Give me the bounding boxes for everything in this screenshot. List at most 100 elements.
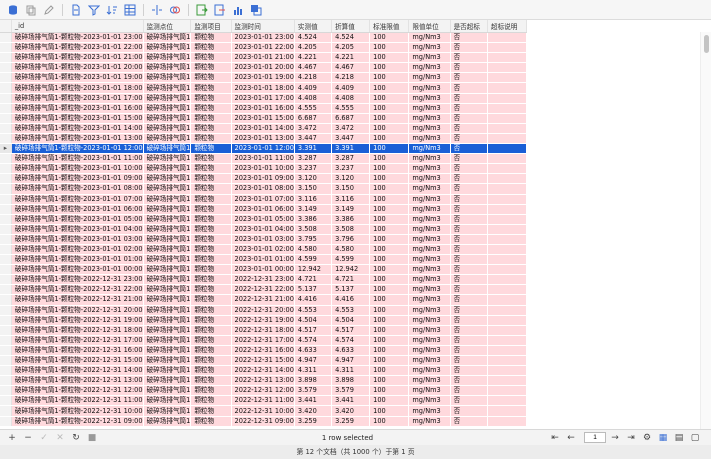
row-header[interactable]	[0, 113, 12, 124]
table-cell[interactable]: mg/Nm3	[408, 315, 451, 326]
table-cell[interactable]: 破碎场排气筒1-颗粒物-2023-01-01 08:00	[11, 183, 144, 195]
table-cell[interactable]: 2023-01-01 15:00	[231, 113, 295, 124]
table-cell[interactable]: 100	[369, 416, 410, 427]
table-cell[interactable]: 3.287	[331, 153, 371, 165]
table-cell[interactable]	[487, 416, 528, 427]
table-cell[interactable]: 破碎场排气筒1-颗粒物-2022-12-31 18:00	[11, 325, 144, 336]
table-cell[interactable]: 100	[369, 113, 410, 124]
table-cell[interactable]: 否	[450, 32, 488, 44]
table-cell[interactable]	[487, 234, 528, 245]
table-cell[interactable]: 破碎场排气筒1	[143, 284, 192, 296]
table-row[interactable]: 破碎场排气筒1-颗粒物-2023-01-01 17:00 破碎场排气筒1 颗粒物 20…	[0, 93, 700, 104]
table-cell[interactable]: 4.221	[331, 52, 371, 64]
table-cell[interactable]: mg/Nm3	[408, 82, 451, 94]
table-row[interactable]: 破碎场排气筒1-颗粒物-2022-12-31 09:00 破碎场排气筒1 颗粒物 20…	[0, 416, 700, 427]
table-cell[interactable]: 100	[369, 315, 410, 326]
table-cell[interactable]: 3.898	[294, 375, 333, 387]
table-cell[interactable]: 颗粒物	[190, 82, 232, 94]
row-header[interactable]	[0, 274, 12, 286]
table-cell[interactable]: 破碎场排气筒1-颗粒物-2023-01-01 00:00	[11, 264, 144, 276]
table-cell[interactable]: 破碎场排气筒1	[143, 143, 192, 155]
table-cell[interactable]: 否	[450, 335, 488, 346]
table-cell[interactable]: mg/Nm3	[408, 224, 451, 235]
table-cell[interactable]: 破碎场排气筒1	[143, 244, 192, 256]
table-cell[interactable]: 破碎场排气筒1-颗粒物-2023-01-01 20:00	[11, 62, 144, 74]
table-row[interactable]: 破碎场排气筒1-颗粒物-2022-12-31 18:00 破碎场排气筒1 颗粒物 20…	[0, 325, 700, 336]
table-cell[interactable]: 否	[450, 42, 488, 54]
table-cell[interactable]: 2022-12-31 10:00	[231, 405, 295, 417]
copy-icon[interactable]	[24, 3, 38, 17]
table-cell[interactable]: 破碎场排气筒1-颗粒物-2023-01-01 11:00	[11, 153, 144, 165]
table-cell[interactable]: 破碎场排气筒1-颗粒物-2023-01-01 13:00	[11, 133, 144, 145]
table-cell[interactable]: 2023-01-01 18:00	[231, 82, 295, 94]
table-cell[interactable]: mg/Nm3	[408, 355, 451, 367]
row-header[interactable]	[0, 416, 12, 427]
table-cell[interactable]: 4.580	[294, 244, 333, 256]
table-cell[interactable]: 破碎场排气筒1-颗粒物-2022-12-31 16:00	[11, 345, 144, 357]
row-header[interactable]	[0, 163, 12, 175]
table-cell[interactable]: 破碎场排气筒1	[143, 82, 192, 94]
table-cell[interactable]: 3.420	[331, 405, 371, 417]
table-cell[interactable]: 否	[450, 234, 488, 245]
table-row[interactable]: 破碎场排气筒1-颗粒物-2023-01-01 20:00 破碎场排气筒1 颗粒物 20…	[0, 62, 700, 74]
table-cell[interactable]: 3.120	[294, 173, 333, 185]
table-cell[interactable]: mg/Nm3	[408, 183, 451, 195]
table-cell[interactable]: 2023-01-01 17:00	[231, 93, 295, 104]
table-cell[interactable]	[487, 264, 528, 276]
table-cell[interactable]: 否	[450, 305, 488, 316]
table-cell[interactable]: mg/Nm3	[408, 204, 451, 215]
table-cell[interactable]: 破碎场排气筒1	[143, 72, 192, 84]
table-cell[interactable]: 破碎场排气筒1-颗粒物-2022-12-31 21:00	[11, 294, 144, 306]
table-cell[interactable]: 破碎场排气筒1	[143, 294, 192, 306]
edit-icon[interactable]	[42, 3, 56, 17]
table-row[interactable]: 破碎场排气筒1-颗粒物-2023-01-01 06:00 破碎场排气筒1 颗粒物 20…	[0, 204, 700, 215]
row-header[interactable]	[0, 82, 12, 94]
export-icon[interactable]	[213, 3, 227, 17]
discard-icon[interactable]: ✕	[54, 432, 66, 444]
table-cell[interactable]: 颗粒物	[190, 72, 232, 84]
table-cell[interactable]: 否	[450, 264, 488, 276]
table-cell[interactable]	[487, 365, 528, 377]
table-cell[interactable]: 2023-01-01 05:00	[231, 214, 295, 225]
table-cell[interactable]: 2022-12-31 21:00	[231, 294, 295, 306]
table-cell[interactable]: 破碎场排气筒1-颗粒物-2023-01-01 01:00	[11, 254, 144, 266]
table-cell[interactable]: 颗粒物	[190, 315, 232, 326]
table-cell[interactable]: 破碎场排气筒1	[143, 325, 192, 336]
table-cell[interactable]: 2022-12-31 14:00	[231, 365, 295, 377]
table-cell[interactable]: 2022-12-31 23:00	[231, 274, 295, 286]
table-cell[interactable]	[487, 284, 528, 296]
table-cell[interactable]	[487, 194, 528, 205]
table-cell[interactable]: 4.416	[331, 294, 371, 306]
table-row[interactable]: 破碎场排气筒1-颗粒物-2023-01-01 09:00 破碎场排气筒1 颗粒物 20…	[0, 173, 700, 185]
table-cell[interactable]: 破碎场排气筒1	[143, 405, 192, 417]
table-cell[interactable]: 否	[450, 93, 488, 104]
table-cell[interactable]: 3.259	[294, 416, 333, 427]
form-view-icon[interactable]: ▤	[673, 432, 685, 444]
table-cell[interactable]: 4.467	[331, 62, 371, 74]
table-cell[interactable]: 否	[450, 315, 488, 326]
table-row[interactable]: 破碎场排气筒1-颗粒物-2023-01-01 00:00 破碎场排气筒1 颗粒物 20…	[0, 264, 700, 276]
table-cell[interactable]: 2023-01-01 06:00	[231, 204, 295, 215]
table-cell[interactable]: 2023-01-01 23:00	[231, 32, 295, 44]
table-cell[interactable]: 100	[369, 183, 410, 195]
table-cell[interactable]: 破碎场排气筒1	[143, 103, 192, 114]
table-cell[interactable]: 破碎场排气筒1-颗粒物-2022-12-31 20:00	[11, 305, 144, 316]
table-cell[interactable]	[487, 163, 528, 175]
table-cell[interactable]: 破碎场排气筒1-颗粒物-2022-12-31 14:00	[11, 365, 144, 377]
grid-icon[interactable]	[123, 3, 137, 17]
table-cell[interactable]: 破碎场排气筒1	[143, 32, 192, 44]
table-cell[interactable]: mg/Nm3	[408, 143, 451, 155]
table-row[interactable]: 破碎场排气筒1-颗粒物-2023-01-01 10:00 破碎场排气筒1 颗粒物 20…	[0, 163, 700, 175]
apply-icon[interactable]: ✓	[38, 432, 50, 444]
table-cell[interactable]: 否	[450, 375, 488, 387]
table-cell[interactable]	[487, 244, 528, 256]
table-cell[interactable]: 颗粒物	[190, 113, 232, 124]
table-cell[interactable]: 3.391	[331, 143, 371, 155]
table-cell[interactable]	[487, 214, 528, 225]
table-cell[interactable]: 颗粒物	[190, 345, 232, 357]
table-row[interactable]: 破碎场排气筒1-颗粒物-2023-01-01 08:00 破碎场排气筒1 颗粒物 20…	[0, 183, 700, 195]
table-cell[interactable]: 否	[450, 254, 488, 266]
table-cell[interactable]	[487, 204, 528, 215]
table-cell[interactable]	[487, 224, 528, 235]
table-cell[interactable]	[487, 405, 528, 417]
